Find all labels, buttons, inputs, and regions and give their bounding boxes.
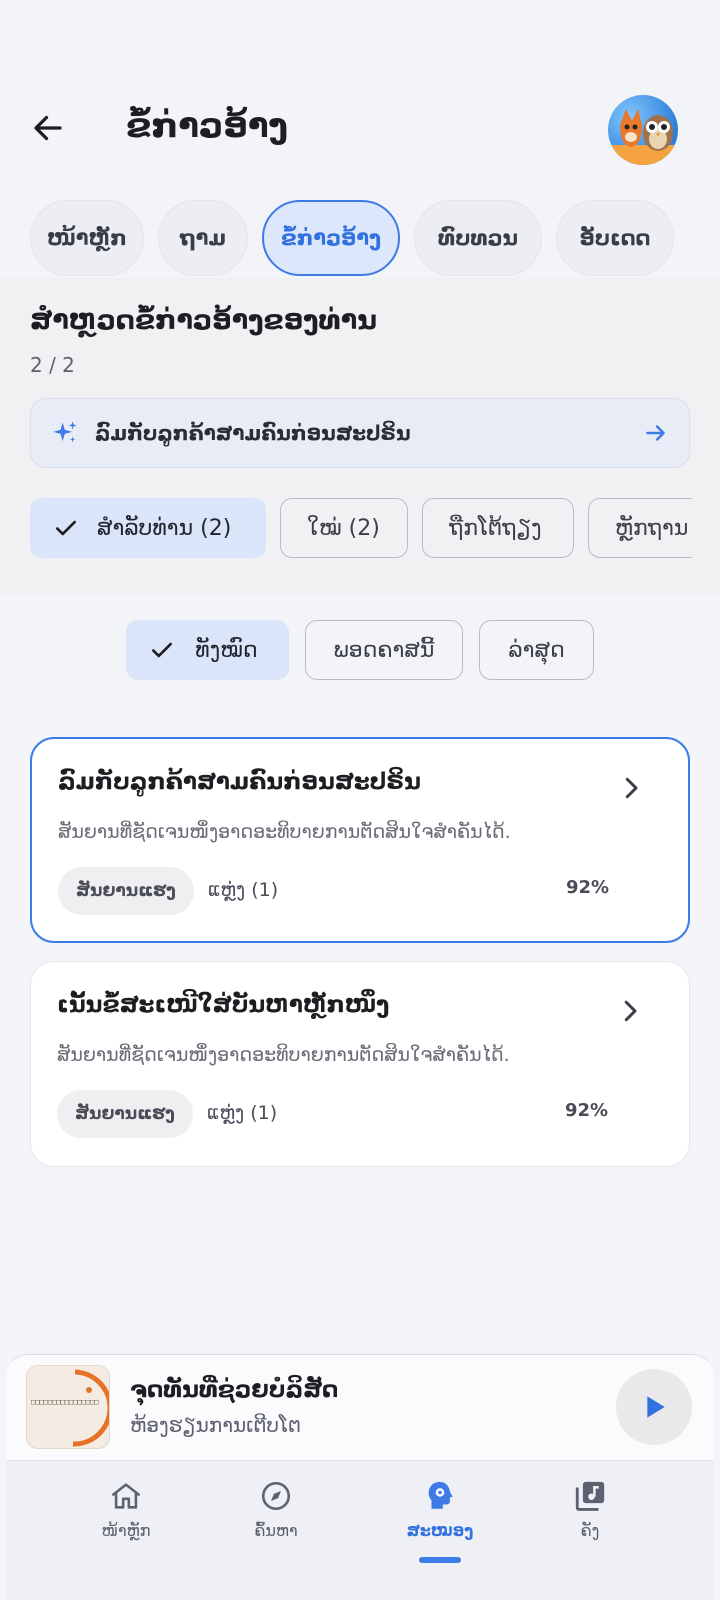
episode-artwork: □□□□□□□□□□□□□□□□ [26, 1365, 110, 1449]
sparkle-icon [53, 421, 77, 443]
library-music-icon [575, 1481, 605, 1511]
claim-title: ເນັ້ນຂໍ້ສະເໜີໃສ່ບັນຫາຫຼັກໜຶ່ງ [57, 992, 390, 1018]
page-title: ຂໍ້ກ່າວອ້າງ [126, 106, 288, 146]
chevron-right-icon [625, 777, 638, 799]
player-subtitle: ຫ້ອງຮຽນການເຕີບໂຕ [130, 1413, 302, 1437]
active-tab-indicator [419, 1557, 461, 1563]
tab-ask[interactable]: ຖາມ [158, 200, 248, 276]
filter-chips: ສຳລັບທ່ານ (2) ໃໝ່ (2) ຖືກໂຕ້ຖຽງ ຫຼັກຖານ [30, 498, 692, 560]
sort-this-podcast[interactable]: ພອດຄາສນີ້ [304, 620, 464, 680]
nav-brain-label: ສະໝອງ [406, 1521, 474, 1540]
play-button[interactable] [616, 1369, 692, 1445]
chevron-right-icon [624, 1000, 637, 1022]
section-count: 2 / 2 [30, 353, 75, 377]
source-count: ແຫຼ່ງ (1) [208, 879, 279, 901]
tab-review[interactable]: ທົບທວນ [414, 200, 542, 276]
back-button[interactable] [22, 102, 74, 154]
tab-claims[interactable]: ຂໍ້ກ່າວອ້າງ [262, 200, 400, 276]
filter-disputed[interactable]: ຖືກໂຕ້ຖຽງ [422, 498, 574, 558]
mini-player[interactable]: □□□□□□□□□□□□□□□□ ຈຸດທັນທີ່ຊ່ວຍບໍລິສັດ ຫ້… [6, 1354, 714, 1460]
fox-owl-avatar-icon [608, 109, 678, 165]
strength-badge: ສັນຍານແຮງ [58, 867, 194, 915]
play-icon [647, 1396, 665, 1418]
claim-card[interactable]: ເນັ້ນຂໍ້ສະເໜີໃສ່ບັນຫາຫຼັກໜຶ່ງ ສັນຍານທີ່ຊ… [30, 961, 690, 1167]
sort-latest[interactable]: ລ່າສຸດ [479, 620, 594, 680]
nav-home[interactable]: ໜ້າຫຼັກ [56, 1479, 196, 1540]
nav-library[interactable]: ຄັງ [520, 1479, 660, 1540]
sort-all-label: ທັງໝົດ [195, 637, 258, 663]
filter-evidence[interactable]: ຫຼັກຖານ [588, 498, 692, 558]
sort-all[interactable]: ທັງໝົດ [126, 620, 289, 680]
arrow-left-icon [34, 115, 62, 141]
nav-brain[interactable]: ສະໝອງ [370, 1479, 510, 1540]
source-count: ແຫຼ່ງ (1) [207, 1102, 278, 1124]
check-icon [152, 642, 173, 658]
compass-icon [261, 1481, 291, 1511]
nav-home-label: ໜ້າຫຼັກ [101, 1521, 151, 1540]
section-title: ສຳຫຼວດຂໍ້ກ່າວອ້າງຂອງທ່ານ [30, 305, 377, 336]
avatar[interactable] [608, 95, 678, 165]
check-icon [56, 520, 76, 536]
tab-updates[interactable]: ອັບເດດ [556, 200, 674, 276]
filter-new[interactable]: ໃໝ່ (2) [280, 498, 408, 558]
filter-for-you[interactable]: ສຳລັບທ່ານ (2) [30, 498, 266, 558]
home-icon [111, 1483, 141, 1509]
artwork-text: □□□□□□□□□□□□□□□□ [31, 1398, 99, 1406]
claim-card[interactable]: ລົມກັບລູກຄ້າສາມຄົນກ່ອນສະປຣິນ ສັນຍານທີ່ຊັ… [30, 737, 690, 943]
brain-head-icon [428, 1481, 453, 1509]
nav-library-label: ຄັງ [580, 1521, 600, 1540]
nav-explore-label: ຄົ້ນຫາ [254, 1521, 298, 1540]
claim-description: ສັນຍານທີ່ຊັດເຈນໜຶ່ງອາດອະທິບາຍການຕັດສິນໃຈ… [57, 1044, 510, 1066]
claim-title: ລົມກັບລູກຄ້າສາມຄົນກ່ອນສະປຣິນ [58, 769, 421, 795]
suggestion-bar[interactable]: ລົມກັບລູກຄ້າສາມຄົນກ່ອນສະປຣິນ [30, 398, 690, 468]
player-title: ຈຸດທັນທີ່ຊ່ວຍບໍລິສັດ [130, 1377, 339, 1403]
bottom-navigation: ໜ້າຫຼັກ ຄົ້ນຫາ ສະໝອງ ຄັງ [6, 1460, 714, 1600]
tab-home[interactable]: ໜ້າຫຼັກ [30, 200, 144, 276]
strength-badge: ສັນຍານແຮງ [57, 1090, 193, 1138]
confidence-percent: 92% [565, 1100, 609, 1121]
nav-explore[interactable]: ຄົ້ນຫາ [206, 1479, 346, 1540]
claim-description: ສັນຍານທີ່ຊັດເຈນໜຶ່ງອາດອະທິບາຍການຕັດສິນໃຈ… [58, 821, 511, 843]
arrow-right-icon [646, 425, 665, 441]
confidence-percent: 92% [566, 877, 610, 898]
sort-chips: ທັງໝົດ ພອດຄາສນີ້ ລ່າສຸດ [0, 620, 720, 680]
section-tabs: ໜ້າຫຼັກ ຖາມ ຂໍ້ກ່າວອ້າງ ທົບທວນ ອັບເດດ [30, 200, 720, 278]
filter-for-you-label: ສຳລັບທ່ານ (2) [97, 515, 232, 541]
suggestion-text: ລົມກັບລູກຄ້າສາມຄົນກ່ອນສະປຣິນ [95, 421, 411, 445]
